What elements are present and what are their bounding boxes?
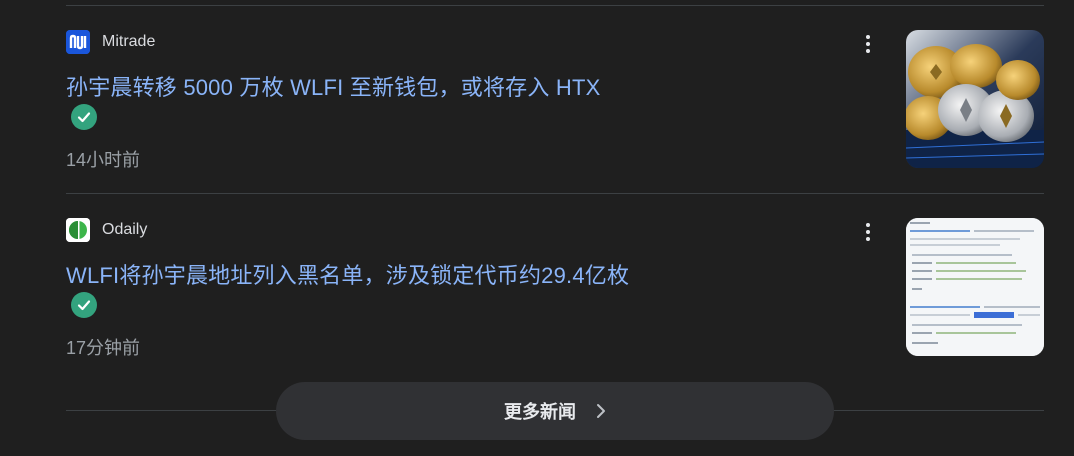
verified-check-icon xyxy=(71,104,97,130)
news-item[interactable]: Mitrade 孙宇晨转移 5000 万枚 WLFI 至新钱包，或将存入 HTX… xyxy=(66,30,1044,170)
verified-check-icon xyxy=(71,292,97,318)
news-item[interactable]: Odaily WLFI将孙宇晨地址列入黑名单，涉及锁定代币约29.4亿枚 17分… xyxy=(66,218,1044,358)
news-headline-link[interactable]: WLFI将孙宇晨地址列入黑名单，涉及锁定代币约29.4亿枚 xyxy=(66,258,629,290)
odaily-logo-icon xyxy=(66,218,90,242)
news-timestamp: 17分钟前 xyxy=(66,338,141,358)
source-name: Mitrade xyxy=(102,33,156,50)
news-timestamp: 14小时前 xyxy=(66,150,141,170)
divider-top xyxy=(66,5,1044,6)
source-name: Odaily xyxy=(102,221,148,238)
crypto-coins-image xyxy=(906,30,1044,168)
mitrade-logo-icon xyxy=(66,30,90,54)
more-options-icon[interactable] xyxy=(856,220,880,244)
news-results-panel: Mitrade 孙宇晨转移 5000 万枚 WLFI 至新钱包，或将存入 HTX… xyxy=(0,0,1074,456)
more-news-label: 更多新闻 xyxy=(504,402,576,422)
more-news-button[interactable]: 更多新闻 xyxy=(276,382,834,440)
news-thumbnail[interactable] xyxy=(906,30,1044,168)
news-headline-link[interactable]: 孙宇晨转移 5000 万枚 WLFI 至新钱包，或将存入 HTX xyxy=(66,70,600,102)
news-source: Mitrade xyxy=(66,30,155,54)
chevron-right-icon xyxy=(596,403,606,419)
divider xyxy=(66,193,1044,194)
more-options-icon[interactable] xyxy=(856,32,880,56)
news-thumbnail[interactable] xyxy=(906,218,1044,356)
etherscan-screenshot-image xyxy=(906,218,1044,356)
news-source: Odaily xyxy=(66,218,147,242)
